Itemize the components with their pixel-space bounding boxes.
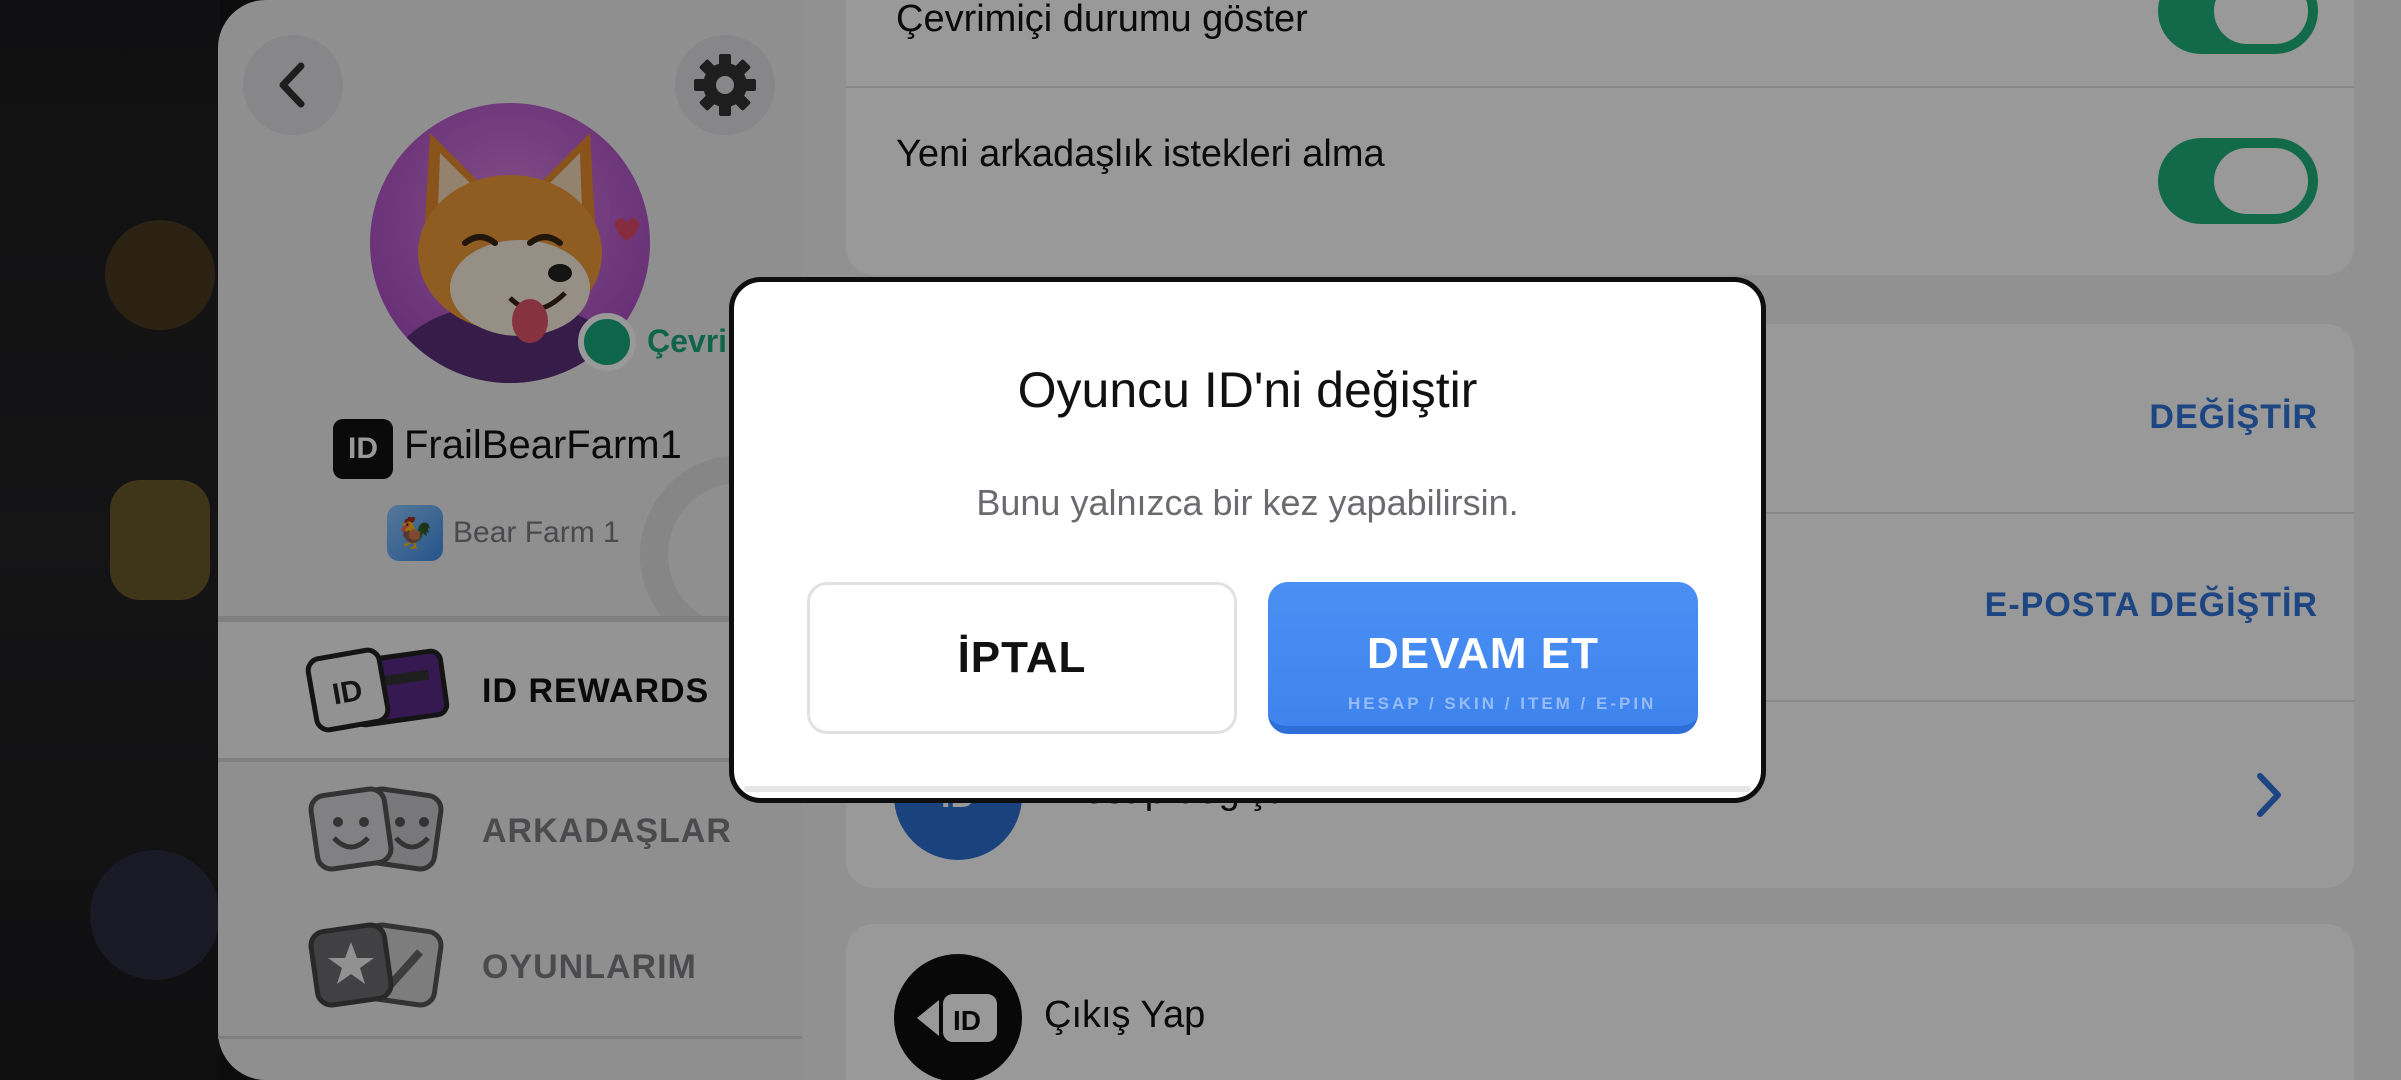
dialog-subtitle: Bunu yalnızca bir kez yapabilirsin. (976, 482, 1519, 523)
dialog-title: Oyuncu ID'ni değiştir (1017, 362, 1478, 418)
watermark-text: HESAP / SKIN / ITEM / E-PIN (1348, 694, 1657, 713)
change-id-dialog: Oyuncu ID'ni değiştir Bunu yalnızca bir … (729, 277, 1766, 803)
continue-button[interactable]: DEVAM ET HESAP / SKIN / ITEM / E-PIN (1268, 582, 1698, 734)
dialog-footer-line (744, 786, 1751, 792)
continue-label: DEVAM ET (1366, 629, 1600, 678)
cancel-button[interactable]: İPTAL (807, 582, 1237, 734)
